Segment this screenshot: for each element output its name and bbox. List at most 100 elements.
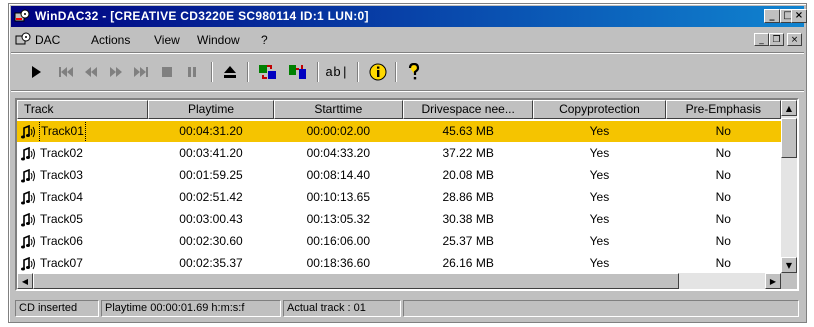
table-row[interactable]: Track04 00:02:51.42 00:10:13.65 28.86 MB… bbox=[17, 187, 781, 208]
play-icon[interactable] bbox=[25, 62, 47, 82]
playtime-cell: 00:02:51.42 bbox=[179, 190, 243, 204]
scroll-left-icon[interactable]: ◀ bbox=[17, 273, 33, 289]
audio-track-icon bbox=[21, 168, 35, 182]
pause-icon[interactable] bbox=[181, 62, 203, 82]
skip-first-icon[interactable] bbox=[55, 62, 77, 82]
column-header-drivespace[interactable]: Drivespace nee... bbox=[403, 100, 534, 119]
app-window: WinDAC32 - [CREATIVE CD3220E SC980114 ID… bbox=[8, 3, 807, 323]
drivespace-cell: 45.63 MB bbox=[442, 124, 494, 138]
skip-last-icon[interactable] bbox=[130, 62, 152, 82]
drivespace-cell: 37.22 MB bbox=[442, 146, 494, 160]
preemphasis-cell: No bbox=[715, 234, 731, 248]
track-name: Track01 bbox=[39, 121, 86, 142]
playtime-cell: 00:01:59.25 bbox=[179, 168, 243, 182]
track-list[interactable]: Track Playtime Starttime Drivespace nee.… bbox=[15, 98, 799, 291]
horizontal-scrollbar[interactable]: ◀ ▶ bbox=[17, 273, 781, 289]
vertical-scrollbar[interactable]: ▲ ▼ bbox=[781, 100, 797, 273]
scroll-up-icon[interactable]: ▲ bbox=[781, 100, 797, 116]
copyprotection-cell: Yes bbox=[589, 146, 610, 160]
table-row[interactable]: Track02 00:03:41.20 00:04:33.20 37.22 MB… bbox=[17, 143, 781, 164]
status-cd-state: CD inserted bbox=[15, 300, 99, 317]
copy-tracks-icon[interactable] bbox=[257, 62, 279, 82]
scroll-down-icon[interactable]: ▼ bbox=[781, 257, 797, 273]
track-cell: Track06 bbox=[17, 231, 148, 252]
scroll-right-icon[interactable]: ▶ bbox=[765, 273, 781, 289]
eject-icon[interactable] bbox=[219, 62, 241, 82]
copy-selected-icon[interactable] bbox=[287, 62, 309, 82]
track-name: Track03 bbox=[40, 168, 83, 182]
audio-track-icon bbox=[21, 190, 35, 204]
starttime-cell: 00:10:13.65 bbox=[306, 190, 371, 204]
track-cell: Track01 bbox=[17, 121, 148, 142]
track-cell: Track05 bbox=[17, 209, 148, 230]
stop-icon[interactable] bbox=[156, 62, 178, 82]
drivespace-cell: 30.38 MB bbox=[442, 212, 494, 226]
table-row[interactable]: Track05 00:03:00.43 00:13:05.32 30.38 MB… bbox=[17, 209, 781, 230]
mdi-close-button[interactable]: × bbox=[787, 33, 802, 46]
menu-dac[interactable]: DAC bbox=[35, 33, 60, 47]
vertical-scroll-thumb[interactable] bbox=[781, 118, 797, 158]
toolbar: ab| bbox=[11, 56, 804, 88]
drivespace-cell: 26.16 MB bbox=[442, 256, 494, 270]
table-row[interactable]: Track01 00:04:31.20 00:00:02.00 45.63 MB… bbox=[17, 121, 781, 142]
help-icon[interactable] bbox=[403, 62, 425, 82]
table-row[interactable]: Track03 00:01:59.25 00:08:14.40 20.08 MB… bbox=[17, 165, 781, 186]
mdi-minimize-button[interactable]: _ bbox=[754, 33, 769, 46]
status-bar: CD inserted Playtime 00:00:01.69 h:m:s:f… bbox=[15, 298, 799, 318]
info-icon[interactable] bbox=[367, 62, 389, 82]
track-name: Track04 bbox=[40, 190, 83, 204]
toolbar-separator bbox=[317, 62, 319, 82]
rename-icon[interactable]: ab| bbox=[323, 62, 351, 82]
app-icon[interactable] bbox=[14, 8, 30, 24]
playtime-cell: 00:02:35.37 bbox=[179, 256, 243, 270]
column-header-track[interactable]: Track bbox=[17, 100, 149, 119]
divider bbox=[11, 90, 804, 92]
audio-track-icon bbox=[21, 146, 35, 160]
preemphasis-cell: No bbox=[715, 256, 731, 270]
track-name: Track07 bbox=[40, 256, 83, 270]
toolbar-separator bbox=[211, 62, 213, 82]
close-button[interactable]: × bbox=[791, 9, 807, 23]
menu-window[interactable]: Window bbox=[197, 33, 240, 47]
status-playtime: Playtime 00:00:01.69 h:m:s:f bbox=[101, 300, 281, 317]
track-name: Track06 bbox=[40, 234, 83, 248]
copyprotection-cell: Yes bbox=[589, 168, 610, 182]
document-icon[interactable] bbox=[15, 31, 31, 50]
audio-track-icon bbox=[21, 256, 35, 270]
rewind-icon[interactable] bbox=[80, 62, 102, 82]
playtime-cell: 00:03:00.43 bbox=[179, 212, 243, 226]
starttime-cell: 00:00:02.00 bbox=[306, 124, 371, 138]
toolbar-separator bbox=[247, 62, 249, 82]
menu-actions[interactable]: Actions bbox=[91, 33, 130, 47]
column-header-copyprotection[interactable]: Copyprotection bbox=[533, 100, 666, 119]
preemphasis-cell: No bbox=[715, 124, 731, 138]
minimize-button[interactable]: _ bbox=[764, 9, 780, 23]
fast-forward-icon[interactable] bbox=[105, 62, 127, 82]
track-cell: Track04 bbox=[17, 187, 148, 208]
preemphasis-cell: No bbox=[715, 212, 731, 226]
preemphasis-cell: No bbox=[715, 190, 731, 204]
column-header-starttime[interactable]: Starttime bbox=[273, 100, 403, 119]
preemphasis-cell: No bbox=[715, 146, 731, 160]
menu-bar: DAC Actions View Window ? _ ❐ × bbox=[11, 30, 804, 50]
table-row[interactable]: Track06 00:02:30.60 00:16:06.00 25.37 MB… bbox=[17, 231, 781, 252]
column-header-playtime[interactable]: Playtime bbox=[148, 100, 274, 119]
mdi-restore-button[interactable]: ❐ bbox=[769, 33, 784, 46]
copyprotection-cell: Yes bbox=[589, 256, 610, 270]
copyprotection-cell: Yes bbox=[589, 234, 610, 248]
starttime-cell: 00:16:06.00 bbox=[306, 234, 371, 248]
audio-track-icon bbox=[21, 212, 35, 226]
horizontal-scroll-thumb[interactable] bbox=[33, 273, 679, 289]
toolbar-separator bbox=[395, 62, 397, 82]
menu-view[interactable]: View bbox=[154, 33, 180, 47]
table-row[interactable]: Track07 00:02:35.37 00:18:36.60 26.16 MB… bbox=[17, 253, 781, 274]
starttime-cell: 00:18:36.60 bbox=[306, 256, 371, 270]
title-bar[interactable]: WinDAC32 - [CREATIVE CD3220E SC980114 ID… bbox=[11, 6, 804, 27]
copyprotection-cell: Yes bbox=[589, 212, 610, 226]
menu-help[interactable]: ? bbox=[261, 33, 268, 47]
track-name: Track02 bbox=[40, 146, 83, 160]
list-header: Track Playtime Starttime Drivespace nee.… bbox=[17, 100, 781, 119]
drivespace-cell: 28.86 MB bbox=[442, 190, 494, 204]
drivespace-cell: 25.37 MB bbox=[442, 234, 494, 248]
column-header-preemphasis[interactable]: Pre-Emphasis bbox=[665, 100, 781, 119]
